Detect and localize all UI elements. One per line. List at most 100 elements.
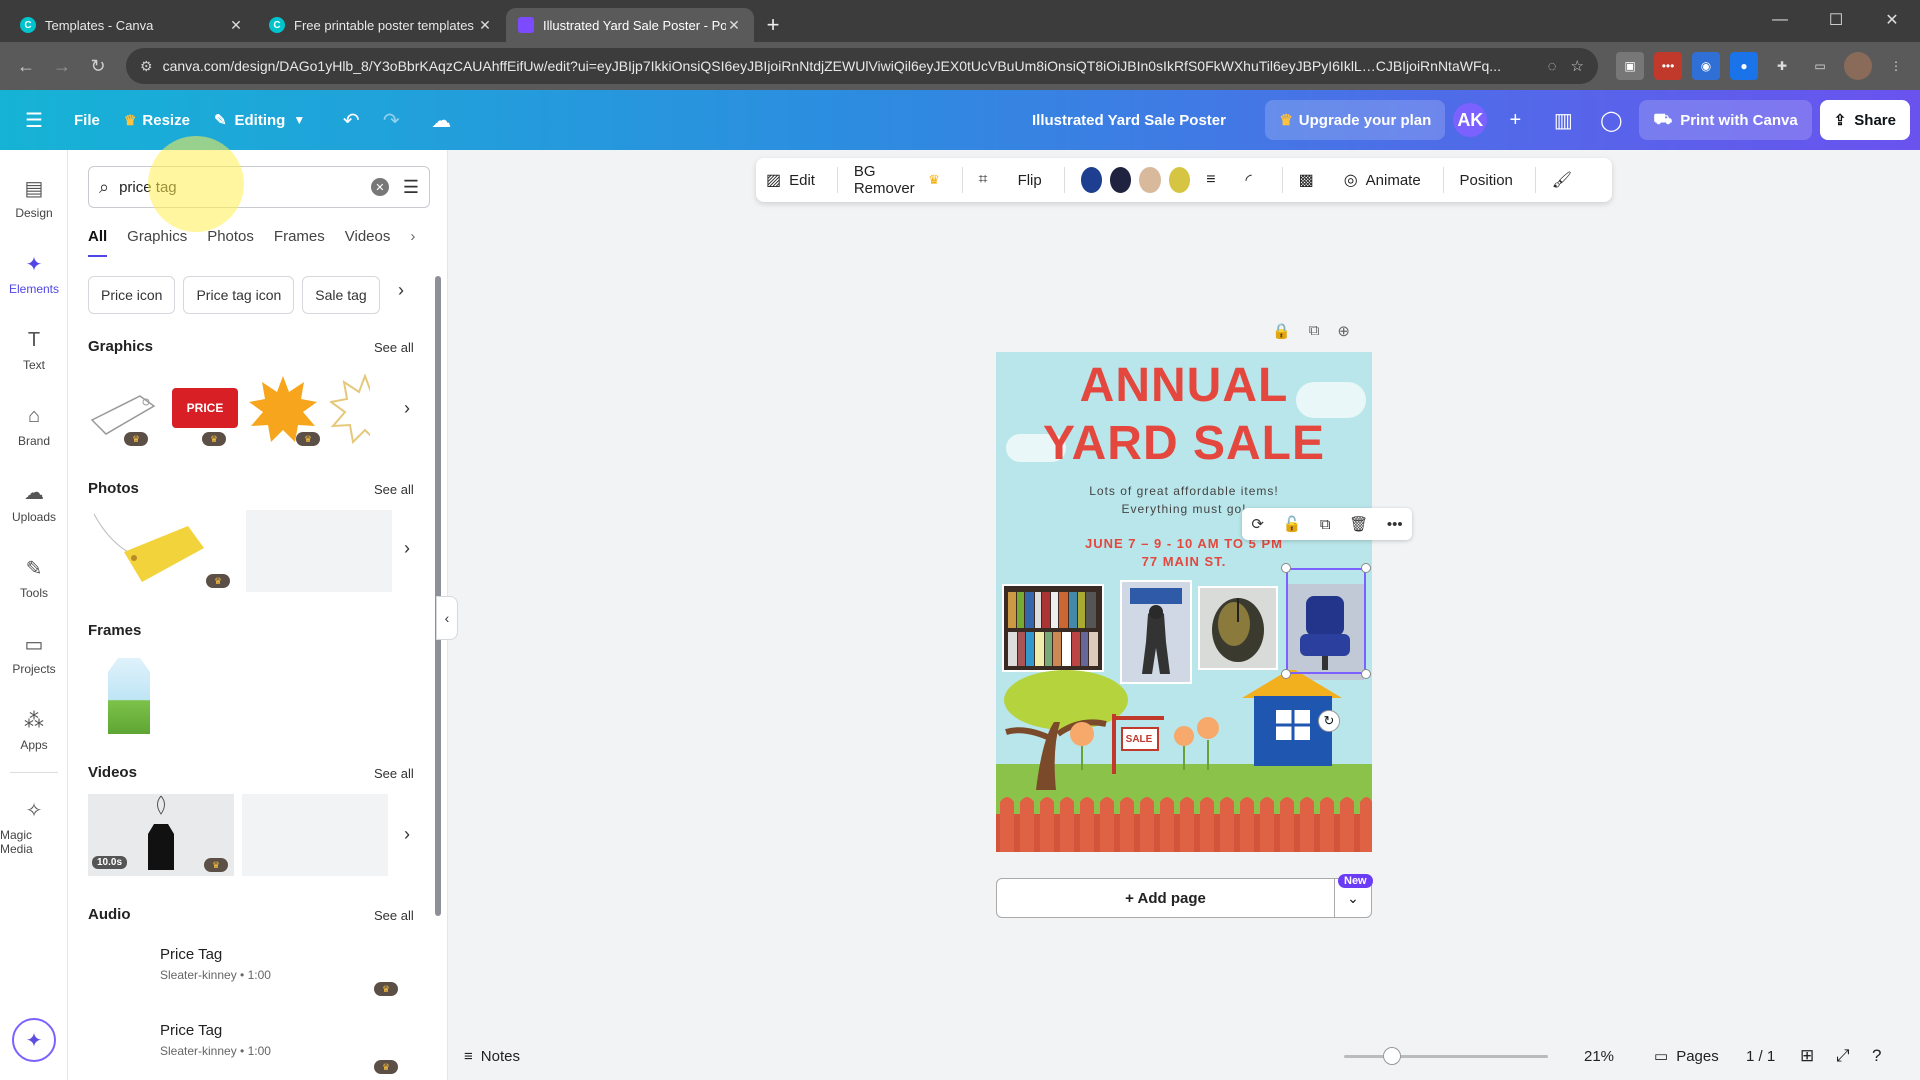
resize-handle[interactable] — [1281, 563, 1291, 573]
poster-headline-yard-sale[interactable]: YARD SALE — [996, 416, 1372, 471]
color-swatch[interactable] — [1080, 167, 1102, 193]
rail-item-brand[interactable]: ⌂ Brand — [0, 402, 68, 449]
comments-icon[interactable]: ◯ — [1591, 100, 1631, 140]
rail-item-uploads[interactable]: ☁ Uploads — [0, 478, 68, 525]
duplicate-page-icon[interactable]: ⧉ — [1309, 322, 1320, 340]
redo-icon[interactable]: ↷ — [371, 100, 411, 140]
zoom-slider-knob[interactable] — [1383, 1047, 1401, 1065]
color-swatch[interactable] — [1109, 167, 1132, 193]
browser-tab-templates[interactable]: C Templates - Canva ✕ — [8, 8, 256, 42]
video-placeholder[interactable] — [242, 794, 388, 876]
position-button[interactable]: Position — [1460, 172, 1513, 189]
browser-tab-yard-sale[interactable]: Illustrated Yard Sale Poster - Po ✕ — [506, 8, 754, 42]
url-field[interactable]: ⚙ canva.com/design/DAGo1yHlb_8/Y3oBbrKAq… — [126, 48, 1598, 84]
resize-handle[interactable] — [1281, 669, 1291, 679]
poster-subtitle[interactable]: Lots of great affordable items! — [996, 484, 1372, 498]
copy-style-button[interactable]: 🖌 — [1552, 170, 1580, 190]
see-all-photos[interactable]: See all — [374, 482, 414, 497]
maximize-icon[interactable]: ☐ — [1808, 0, 1864, 40]
browser-tab-posters[interactable]: C Free printable poster templates ✕ — [257, 8, 505, 42]
edit-image-button[interactable]: ▨ Edit — [766, 170, 815, 190]
minimize-icon[interactable]: — — [1752, 0, 1808, 40]
collapse-panel-icon[interactable]: ‹ — [436, 596, 458, 640]
transparency-button[interactable]: ▩ — [1299, 170, 1322, 190]
generate-comment-icon[interactable]: ⟳ — [1251, 515, 1264, 533]
lock-page-icon[interactable]: 🔒 — [1272, 322, 1291, 340]
photo-placeholder[interactable] — [246, 510, 392, 592]
crop-button[interactable]: ⌗ — [979, 171, 996, 189]
forward-icon[interactable]: → — [46, 50, 78, 82]
rail-item-projects[interactable]: ▭ Projects — [0, 630, 68, 677]
audio-track-title[interactable]: Price Tag — [160, 1022, 222, 1039]
extension-icon[interactable]: ◉ — [1692, 52, 1720, 80]
tab-frames[interactable]: Frames — [274, 228, 325, 257]
tabs-scroll-right-icon[interactable]: › — [410, 228, 415, 257]
photo-gaming-mouse[interactable] — [1198, 586, 1278, 670]
poster-headline-annual[interactable]: ANNUAL — [996, 358, 1372, 413]
more-options-icon[interactable]: ••• — [1387, 516, 1403, 533]
resize-handle[interactable] — [1361, 669, 1371, 679]
selection-box[interactable] — [1286, 568, 1366, 674]
lock-element-icon[interactable]: 🔓 — [1283, 515, 1302, 533]
profile-avatar[interactable] — [1844, 52, 1872, 80]
panel-scrollbar[interactable] — [434, 266, 442, 1056]
rail-item-design[interactable]: ▤ Design — [0, 174, 68, 221]
videos-next-icon[interactable]: › — [404, 824, 410, 845]
color-swatch[interactable] — [1168, 167, 1191, 193]
chip-sale-tag[interactable]: Sale tag — [302, 276, 380, 314]
editing-mode-button[interactable]: ✎ Editing ▼ — [202, 100, 317, 140]
document-title[interactable]: Illustrated Yard Sale Poster — [1032, 90, 1226, 150]
chip-price-tag-icon[interactable]: Price tag icon — [183, 276, 295, 314]
zoom-slider[interactable] — [1344, 1047, 1548, 1065]
add-collaborator-icon[interactable]: + — [1495, 100, 1535, 140]
rail-item-text[interactable]: T Text — [0, 326, 68, 373]
flip-button[interactable]: Flip — [1018, 172, 1042, 189]
rail-item-tools[interactable]: ✎ Tools — [0, 554, 68, 601]
see-all-videos[interactable]: See all — [374, 766, 414, 781]
add-page-button[interactable]: + Add page — [997, 879, 1335, 917]
tab-videos[interactable]: Videos — [345, 228, 391, 257]
side-panel-icon[interactable]: ▭ — [1806, 52, 1834, 80]
close-tab-icon[interactable]: ✕ — [477, 17, 493, 34]
audio-track-title[interactable]: Price Tag — [160, 946, 222, 963]
chips-next-icon[interactable]: › — [398, 280, 404, 301]
bg-remover-button[interactable]: BG Remover ♛ — [854, 163, 940, 197]
search-input[interactable]: ⌕ price tag ✕ ☰ — [88, 166, 430, 208]
puzzle-extensions-icon[interactable]: ✚ — [1768, 52, 1796, 80]
delete-element-icon[interactable]: 🗑 — [1349, 515, 1368, 533]
graphic-starburst-outline[interactable] — [330, 374, 370, 444]
cloud-saved-icon[interactable]: ☁ — [421, 100, 461, 140]
photo-yellow-price-tag[interactable] — [88, 510, 208, 592]
share-button[interactable]: ⇪ Share — [1819, 100, 1910, 140]
photo-batman-figure[interactable] — [1120, 580, 1192, 684]
frame-tag-shape[interactable] — [106, 652, 152, 736]
reload-icon[interactable]: ↻ — [82, 50, 114, 82]
extension-icon[interactable]: ● — [1730, 52, 1758, 80]
back-icon[interactable]: ← — [10, 50, 42, 82]
search-value[interactable]: price tag — [119, 179, 371, 196]
upgrade-plan-button[interactable]: ♛ Upgrade your plan — [1265, 100, 1446, 140]
color-swatch[interactable] — [1139, 167, 1161, 193]
duplicate-element-icon[interactable]: ⧉ — [1320, 516, 1331, 533]
extension-icon[interactable]: ••• — [1654, 52, 1682, 80]
undo-icon[interactable]: ↶ — [331, 100, 371, 140]
new-tab-icon[interactable]: + — [755, 8, 791, 42]
close-tab-icon[interactable]: ✕ — [228, 17, 244, 34]
file-menu-button[interactable]: File — [62, 100, 112, 140]
corner-rounding-button[interactable]: ◜ — [1246, 170, 1260, 190]
rail-item-elements[interactable]: ✦ Elements — [0, 250, 68, 297]
border-style-button[interactable]: ≡ — [1206, 171, 1223, 189]
see-all-graphics[interactable]: See all — [374, 340, 414, 355]
zoom-percentage[interactable]: 21% — [1584, 1048, 1614, 1065]
resize-handle[interactable] — [1361, 563, 1371, 573]
animate-button[interactable]: ◎ Animate — [1344, 170, 1421, 190]
help-icon[interactable]: ? — [1872, 1046, 1881, 1066]
user-avatar[interactable]: AK — [1453, 103, 1488, 137]
resize-button[interactable]: ♛ Resize — [112, 100, 202, 140]
browser-menu-icon[interactable]: ⋮ — [1882, 52, 1910, 80]
rotate-icon[interactable]: ↻ — [1318, 710, 1340, 732]
chip-price-icon[interactable]: Price icon — [88, 276, 176, 314]
add-page-icon[interactable]: ⊕ — [1337, 322, 1350, 340]
bookmark-star-icon[interactable]: ☆ — [1571, 57, 1584, 75]
magic-assistant-icon[interactable]: ✦ — [12, 1018, 56, 1062]
